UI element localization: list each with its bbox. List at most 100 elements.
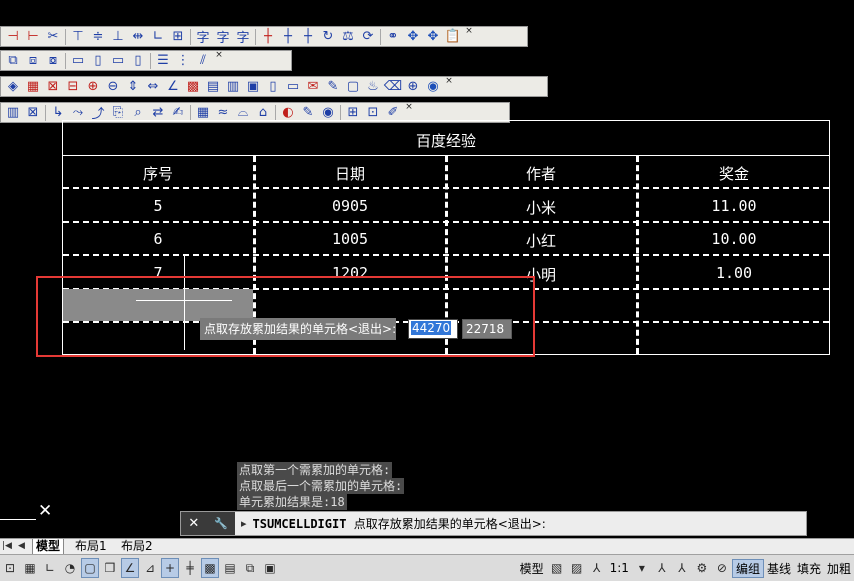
align-top-icon[interactable]: ⊤	[68, 28, 88, 46]
command-line[interactable]: ✕ 🔧 ▸ TSUMCELLDIGIT 点取存放累加结果的单元格<退出>:	[180, 511, 807, 536]
selection-cycle-icon[interactable]: ⧉	[241, 558, 259, 578]
dimension-linear-icon[interactable]: ┼	[278, 28, 298, 46]
angle-icon[interactable]: ∟	[148, 28, 168, 46]
snap-icon[interactable]: ⊡	[1, 558, 19, 578]
text-find-icon[interactable]: ⌕	[128, 104, 148, 122]
multi-text-icon[interactable]: 字	[233, 28, 253, 46]
copy-icon[interactable]: ⧉	[3, 52, 23, 70]
wrench-icon[interactable]: 🔧	[214, 517, 228, 530]
table-edit-icon[interactable]: ▤	[203, 78, 223, 96]
trim-icon[interactable]: ⊣	[3, 28, 23, 46]
tab-scroll-first-icon[interactable]: |◀	[2, 539, 12, 554]
model-space-button[interactable]: 模型	[517, 560, 547, 577]
scale-icon[interactable]: ⚖	[338, 28, 358, 46]
break-icon[interactable]: ✂	[43, 28, 63, 46]
tab-layout2[interactable]: 布局2	[118, 539, 156, 554]
status-toggle-group[interactable]: 编组	[731, 558, 764, 578]
table-cell[interactable]: 1.00	[716, 264, 752, 282]
table-cell[interactable]: 0905	[332, 197, 368, 215]
toolbar-close-icon[interactable]: ×	[465, 27, 473, 46]
dimension-icon[interactable]: ┼	[258, 28, 278, 46]
toolbar-close-icon[interactable]: ×	[215, 51, 223, 70]
shape-icon[interactable]: ⌓	[233, 104, 253, 122]
polyline-icon[interactable]: ↳	[48, 104, 68, 122]
column-width-icon[interactable]: ⇔	[143, 78, 163, 96]
edit-icon[interactable]: ✎	[298, 104, 318, 122]
move-icon[interactable]: ✥	[403, 28, 423, 46]
lamp-icon[interactable]: ♨	[363, 78, 383, 96]
align-middle-icon[interactable]: ≑	[88, 28, 108, 46]
insert-column-icon[interactable]: ⊞	[168, 28, 188, 46]
dimension-continue-icon[interactable]: ┼	[298, 28, 318, 46]
insert-row-icon[interactable]: ⊕	[83, 78, 103, 96]
spline-icon[interactable]: ⤴	[88, 104, 108, 122]
refresh-icon[interactable]: ⟳	[358, 28, 378, 46]
angle-dim-icon[interactable]: ∠	[163, 78, 183, 96]
window-split-icon[interactable]: ▯	[88, 52, 108, 70]
building-icon[interactable]: ⌂	[253, 104, 273, 122]
mail-icon[interactable]: ✉	[303, 78, 323, 96]
auto-scale-icon[interactable]: ⅄	[673, 558, 691, 578]
table-split-icon[interactable]: ⊟	[63, 78, 83, 96]
wave-icon[interactable]: ≈	[213, 104, 233, 122]
table-cell[interactable]: 小米	[526, 197, 556, 218]
quick-props-icon[interactable]: ▤	[221, 558, 239, 578]
osnap-icon[interactable]: ▢	[81, 558, 99, 578]
cell-cross-icon[interactable]: ⊠	[23, 104, 43, 122]
mirror-icon[interactable]: ⇹	[128, 28, 148, 46]
text-replace-icon[interactable]: ⇄	[148, 104, 168, 122]
ducs-icon[interactable]: ⊿	[141, 558, 159, 578]
status-toggle-fill[interactable]: 填充	[794, 560, 824, 577]
3d-osnap-icon[interactable]: ❒	[101, 558, 119, 578]
link-icon[interactable]: ⚭	[383, 28, 403, 46]
table-cell[interactable]: 1005	[332, 230, 368, 248]
align-bottom-icon[interactable]: ⊥	[108, 28, 128, 46]
table-cell[interactable]: 6	[153, 230, 162, 248]
table-cell[interactable]: 小红	[526, 230, 556, 251]
view-icon[interactable]: ◐	[278, 104, 298, 122]
annotation-scale-value[interactable]: 1:1	[607, 561, 632, 575]
lineweight-icon[interactable]: ╪	[181, 558, 199, 578]
dyn-icon[interactable]: +	[161, 558, 179, 578]
status-toggle-baseline[interactable]: 基线	[764, 560, 794, 577]
table-icon[interactable]: ▦	[23, 78, 43, 96]
layer-icon[interactable]: ◈	[3, 78, 23, 96]
window-icon[interactable]: ▭	[68, 52, 88, 70]
quick-view-drawings-icon[interactable]: ▨	[568, 558, 586, 578]
group-icon[interactable]: ⧇	[43, 52, 63, 70]
ortho-icon[interactable]: ∟	[41, 558, 59, 578]
table-column-icon[interactable]: ▯	[263, 78, 283, 96]
dynamic-coord-field[interactable]: 22718	[462, 319, 512, 339]
annotation-monitor-icon[interactable]: ▣	[261, 558, 279, 578]
paste-icon[interactable]: 📋	[443, 28, 463, 46]
calc-icon[interactable]: ▦	[193, 104, 213, 122]
table-cell[interactable]: 5	[153, 197, 162, 215]
copy-text-icon[interactable]: ⎘	[108, 104, 128, 122]
excel-icon[interactable]: ▩	[183, 78, 203, 96]
tab-layout1[interactable]: 布局1	[72, 539, 110, 554]
curve-icon[interactable]: ⤳	[68, 104, 88, 122]
delete-row-icon[interactable]: ⊖	[103, 78, 123, 96]
list-icon[interactable]: ☰	[153, 52, 173, 70]
command-prompt-icon[interactable]: ▸	[241, 517, 247, 530]
extend-icon[interactable]: ⊢	[23, 28, 43, 46]
table-border-icon[interactable]: ▣	[243, 78, 263, 96]
rotate-icon[interactable]: ↻	[318, 28, 338, 46]
status-toggle-bold[interactable]: 加粗	[824, 560, 854, 577]
lock-icon[interactable]: ⊘	[713, 558, 731, 578]
toolbar-close-icon[interactable]: ×	[445, 77, 453, 96]
tab-scroll-prev-icon[interactable]: ◀	[18, 539, 25, 554]
quick-view-layouts-icon[interactable]: ▧	[548, 558, 566, 578]
table-merge-icon[interactable]: ⊠	[43, 78, 63, 96]
text-abc-icon[interactable]: ✍	[168, 104, 188, 122]
single-text-icon[interactable]: 字	[213, 28, 233, 46]
crosshair-icon[interactable]: ⊕	[403, 78, 423, 96]
cell-icon[interactable]: ▥	[3, 104, 23, 122]
dynamic-input-field[interactable]: 44270	[408, 319, 458, 339]
transparency-icon[interactable]: ▩	[201, 558, 219, 578]
frame-icon[interactable]: ⊡	[363, 104, 383, 122]
row-height-icon[interactable]: ⇕	[123, 78, 143, 96]
clear-icon[interactable]: ⌫	[383, 78, 403, 96]
annotation-scale-icon[interactable]: ⅄	[588, 558, 606, 578]
otrack-icon[interactable]: ∠	[121, 558, 139, 578]
